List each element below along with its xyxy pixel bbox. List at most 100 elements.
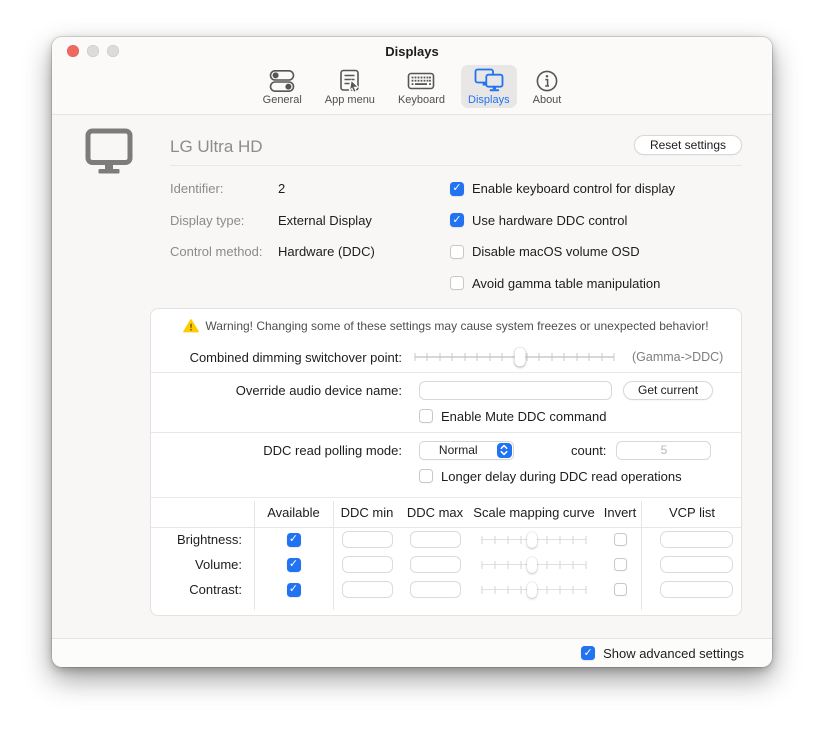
warning-icon [183, 319, 199, 333]
slider-knob[interactable] [527, 532, 537, 548]
option-label: Avoid gamma table manipulation [472, 276, 660, 291]
slider-tick [576, 353, 577, 361]
header-divider [170, 165, 742, 166]
slider-knob[interactable] [515, 348, 526, 367]
reset-settings-button[interactable]: Reset settings [634, 135, 742, 155]
slider-knob[interactable] [527, 557, 537, 573]
slider-tick [601, 353, 602, 361]
window-title: Displays [52, 44, 772, 59]
info-row-display-type: Display type: External Display [170, 205, 375, 237]
header-available: Available [254, 505, 333, 520]
slider-tick [415, 353, 416, 361]
header-scale-mapping: Scale mapping curve [469, 505, 599, 520]
audio-device-input[interactable] [419, 381, 612, 400]
slider-tick [495, 561, 496, 569]
enable-mute-checkbox[interactable] [419, 409, 433, 423]
row-label: Volume: [151, 557, 254, 572]
slider-tick [547, 586, 548, 594]
display-type-value: External Display [278, 213, 372, 228]
mute-row: Enable Mute DDC command [419, 406, 741, 426]
contrast-ddc-min-input[interactable] [342, 581, 393, 598]
polling-row: DDC read polling mode: Normal count: [151, 440, 741, 460]
control-method-value: Hardware (DDC) [278, 244, 375, 259]
tab-about[interactable]: About [526, 65, 569, 108]
tab-general[interactable]: General [256, 65, 309, 108]
slider-tick [502, 353, 503, 361]
slider-tick [495, 536, 496, 544]
table-row-volume: Volume: [151, 552, 741, 577]
brightness-curve-slider[interactable] [482, 531, 586, 549]
use-hardware-ddc-checkbox[interactable] [450, 213, 464, 227]
brightness-ddc-max-input[interactable] [410, 531, 461, 548]
volume-curve-slider[interactable] [482, 556, 586, 574]
slider-tick [427, 353, 428, 361]
keyboard-icon [407, 68, 435, 93]
stepper-icon [497, 443, 512, 458]
count-input[interactable] [616, 441, 711, 460]
row-label: Brightness: [151, 532, 254, 547]
advanced-settings-panel: Warning! Changing some of these settings… [150, 308, 742, 616]
table-divider [333, 501, 334, 610]
window-chrome: Displays General [52, 37, 772, 115]
tab-app-menu[interactable]: App menu [318, 65, 382, 108]
table-divider [641, 501, 642, 610]
slider-tick [482, 561, 483, 569]
slider-tick [560, 536, 561, 544]
dimming-slider[interactable] [415, 347, 614, 367]
brightness-available-checkbox[interactable] [287, 533, 301, 547]
count-label: count: [571, 443, 606, 458]
header-ddc-min: DDC min [333, 505, 401, 520]
identifier-label: Identifier: [170, 181, 278, 196]
slider-tick [573, 561, 574, 569]
audio-row: Override audio device name: Get current [151, 380, 741, 400]
tab-keyboard[interactable]: Keyboard [391, 65, 452, 108]
volume-ddc-max-input[interactable] [410, 556, 461, 573]
slider-tick [551, 353, 552, 361]
contrast-invert-checkbox[interactable] [614, 583, 627, 596]
disable-volume-osd-checkbox[interactable] [450, 245, 464, 259]
tab-label: Keyboard [398, 94, 445, 106]
slider-knob[interactable] [527, 582, 537, 598]
contrast-ddc-max-input[interactable] [410, 581, 461, 598]
volume-available-checkbox[interactable] [287, 558, 301, 572]
volume-invert-checkbox[interactable] [614, 558, 627, 571]
avoid-gamma-checkbox[interactable] [450, 276, 464, 290]
show-advanced-checkbox[interactable] [581, 646, 595, 660]
slider-tick [477, 353, 478, 361]
option-label: Use hardware DDC control [472, 213, 627, 228]
row-label: Contrast: [151, 582, 254, 597]
tab-label: General [263, 94, 302, 106]
option-label: Enable keyboard control for display [472, 181, 675, 196]
polling-mode-select[interactable]: Normal [419, 441, 514, 460]
contrast-available-checkbox[interactable] [287, 583, 301, 597]
app-menu-icon [338, 68, 362, 93]
brightness-invert-checkbox[interactable] [614, 533, 627, 546]
display-type-label: Display type: [170, 213, 278, 228]
tab-displays[interactable]: Displays [461, 65, 517, 108]
longer-delay-checkbox[interactable] [419, 469, 433, 483]
tab-label: Displays [468, 94, 510, 106]
display-name: LG Ultra HD [170, 137, 263, 157]
info-row-control-method: Control method: Hardware (DDC) [170, 236, 375, 268]
polling-section: DDC read polling mode: Normal count: [151, 432, 741, 497]
slider-tick [589, 353, 590, 361]
table-header-row: Available DDC min DDC max Scale mapping … [151, 498, 741, 527]
contrast-vcp-input[interactable] [660, 581, 733, 598]
volume-ddc-min-input[interactable] [342, 556, 393, 573]
slider-tick [508, 536, 509, 544]
control-method-label: Control method: [170, 244, 278, 259]
displays-icon [474, 68, 504, 93]
displays-pane: LG Ultra HD Reset settings Identifier: 2… [52, 115, 772, 638]
slider-tick [439, 353, 440, 361]
slider-tick [464, 353, 465, 361]
volume-vcp-input[interactable] [660, 556, 733, 573]
display-info: Identifier: 2 Display type: External Dis… [170, 173, 375, 268]
warning-row: Warning! Changing some of these settings… [151, 309, 741, 342]
contrast-curve-slider[interactable] [482, 581, 586, 599]
slider-tick [614, 353, 615, 361]
brightness-ddc-min-input[interactable] [342, 531, 393, 548]
brightness-vcp-input[interactable] [660, 531, 733, 548]
toolbar: General App menu [52, 65, 772, 114]
enable-keyboard-control-checkbox[interactable] [450, 182, 464, 196]
get-current-button[interactable]: Get current [623, 381, 713, 400]
